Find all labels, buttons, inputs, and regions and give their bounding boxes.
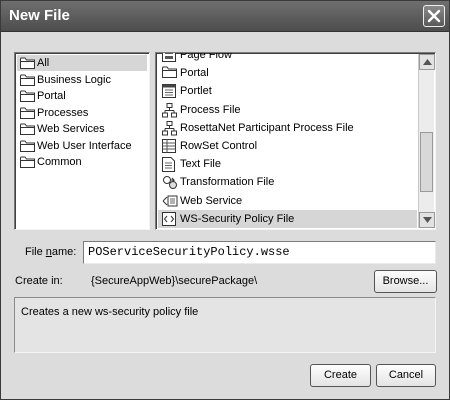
file-type-item[interactable]: Page Flow bbox=[158, 52, 417, 64]
category-item[interactable]: Web User Interface bbox=[17, 138, 147, 154]
category-item[interactable]: Processes bbox=[17, 105, 147, 121]
category-item[interactable]: Common bbox=[17, 154, 147, 170]
category-item-label: Web User Interface bbox=[37, 139, 132, 152]
create-button[interactable]: Create bbox=[310, 364, 371, 387]
category-item-label: Portal bbox=[37, 90, 66, 102]
category-item-label: Common bbox=[37, 156, 82, 168]
arrow-down-icon bbox=[423, 217, 432, 223]
create-in-path: {SecureAppWeb}\securePackage\ bbox=[91, 275, 258, 287]
file-name-label-suffix: ame: bbox=[51, 246, 77, 258]
category-item[interactable]: All bbox=[17, 55, 147, 71]
file-type-item-label: Web Service bbox=[180, 194, 243, 207]
category-item-label: All bbox=[37, 57, 50, 69]
file-type-item-label: RowSet Control bbox=[180, 139, 258, 152]
description-text: Creates a new ws-security policy file bbox=[21, 306, 199, 318]
file-type-item-label: Portal bbox=[180, 67, 209, 80]
scroll-down-button[interactable] bbox=[419, 212, 435, 228]
file-type-item-label: WS-Security Policy File bbox=[180, 212, 295, 225]
file-type-item[interactable]: Text File bbox=[158, 155, 417, 173]
file-type-item-label: Process File bbox=[180, 103, 241, 116]
category-item-label: Business Logic bbox=[37, 73, 111, 86]
category-item-label: Web Services bbox=[37, 123, 105, 135]
file-type-item-label: Transformation File bbox=[180, 176, 275, 189]
file-type-item[interactable]: Portal bbox=[158, 64, 417, 82]
create-in-label: Create in: bbox=[15, 275, 63, 287]
browse-button[interactable]: Browse... bbox=[374, 270, 437, 293]
file-type-item[interactable]: Web Service bbox=[158, 192, 417, 210]
scrollbar-thumb[interactable] bbox=[420, 132, 433, 192]
file-type-list-items: Page Flow Portal Portlet Process File Rosett… bbox=[158, 52, 417, 229]
close-button[interactable] bbox=[423, 5, 445, 27]
arrow-up-icon bbox=[423, 59, 432, 65]
file-type-item[interactable]: RowSet Control bbox=[158, 137, 417, 155]
category-item-label: Processes bbox=[37, 106, 89, 119]
cancel-button[interactable]: Cancel bbox=[376, 364, 436, 387]
description-box: Creates a new ws-security policy file bbox=[14, 297, 436, 353]
file-type-item-label: Portlet bbox=[180, 85, 212, 98]
scroll-up-button[interactable] bbox=[419, 54, 435, 70]
file-type-item-label: RosettaNet Participant Process File bbox=[180, 121, 354, 134]
file-name-label: File name: bbox=[25, 246, 76, 258]
ws-security-icon bbox=[162, 211, 176, 229]
file-type-item[interactable]: WS-Security Policy File bbox=[158, 209, 417, 229]
folder-icon bbox=[20, 156, 35, 173]
file-type-item-label: Page Flow bbox=[180, 52, 232, 61]
file-type-item[interactable]: RosettaNet Participant Process File bbox=[158, 119, 417, 137]
file-type-item[interactable]: Transformation File bbox=[158, 173, 417, 191]
category-item[interactable]: Web Services bbox=[17, 121, 147, 137]
dialog-title: New File bbox=[9, 7, 70, 24]
file-type-item-label: Text File bbox=[180, 158, 221, 171]
title-bar[interactable]: New File bbox=[1, 1, 449, 32]
new-file-dialog: New File All Business Logic Portal Processe… bbox=[0, 0, 450, 400]
file-type-item[interactable]: Process File bbox=[158, 101, 417, 119]
file-type-list[interactable]: Page Flow Portal Portlet Process File Rosett… bbox=[155, 52, 436, 230]
file-type-item[interactable]: Portlet bbox=[158, 82, 417, 100]
close-icon bbox=[427, 9, 441, 23]
category-item[interactable]: Business Logic bbox=[17, 72, 147, 88]
category-item[interactable]: Portal bbox=[17, 88, 147, 104]
file-type-scrollbar[interactable] bbox=[418, 54, 435, 228]
category-list[interactable]: All Business Logic Portal Processes Web Serv… bbox=[14, 52, 150, 230]
category-list-items: All Business Logic Portal Processes Web Serv… bbox=[17, 55, 147, 171]
file-name-label-prefix: File bbox=[25, 246, 46, 258]
file-name-input[interactable]: POServiceSecurityPolicy.wsse bbox=[83, 241, 436, 264]
